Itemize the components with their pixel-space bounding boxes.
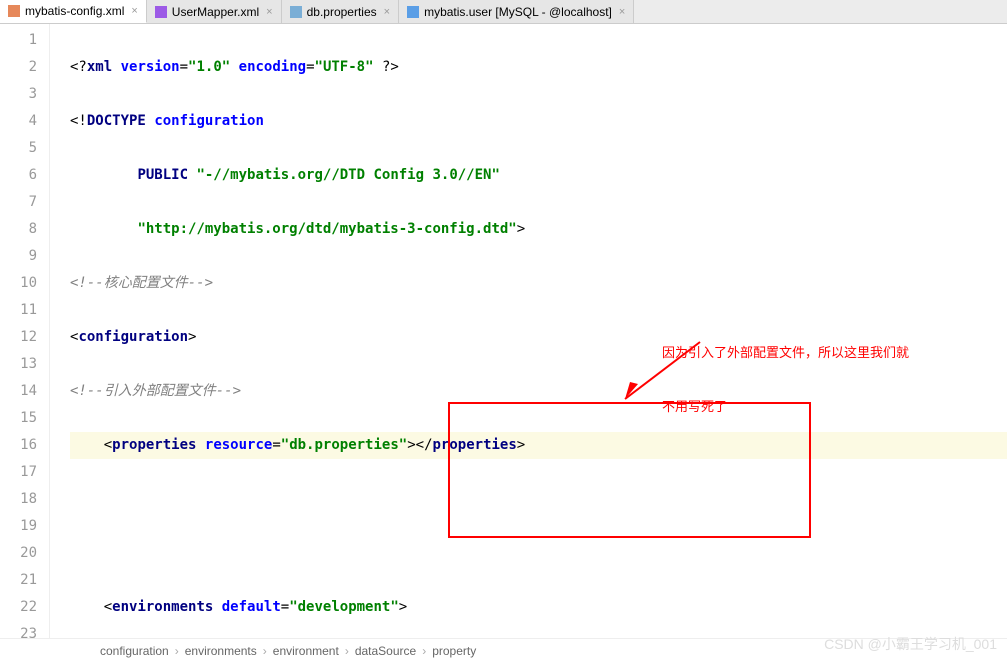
crumb[interactable]: configuration [100,644,169,658]
code-line: <configuration> [70,324,1007,351]
database-icon [407,6,419,18]
code-line: PUBLIC "-//mybatis.org//DTD Config 3.0//… [70,162,1007,189]
chevron-right-icon: › [422,644,426,658]
tab-label: db.properties [307,5,377,19]
xml-icon [155,6,167,18]
tab-usermapper[interactable]: UserMapper.xml × [147,0,282,23]
tab-mybatis-config[interactable]: mybatis-config.xml × [0,0,147,23]
code-editor[interactable]: 123 456 789 101112 131415 161718 192021 … [0,24,1007,638]
close-icon[interactable]: × [131,5,137,17]
code-line [70,486,1007,513]
chevron-right-icon: › [175,644,179,658]
code-line: "http://mybatis.org/dtd/mybatis-3-config… [70,216,1007,243]
crumb[interactable]: dataSource [355,644,416,658]
xml-icon [8,5,20,17]
crumb[interactable]: environment [273,644,339,658]
code-line: <environments default="development"> [70,594,1007,621]
line-gutter: 123 456 789 101112 131415 161718 192021 … [0,24,50,638]
crumb[interactable]: environments [185,644,257,658]
crumb[interactable]: property [432,644,476,658]
code-line: <?xml version="1.0" encoding="UTF-8" ?> [70,54,1007,81]
editor-tabs: mybatis-config.xml × UserMapper.xml × db… [0,0,1007,24]
chevron-right-icon: › [263,644,267,658]
code-line: <properties resource="db.properties"></p… [70,432,1007,459]
code-line [70,540,1007,567]
close-icon[interactable]: × [266,6,272,18]
tab-mysql[interactable]: mybatis.user [MySQL - @localhost] × [399,0,634,23]
code-line: <!--引入外部配置文件--> [70,378,1007,405]
annotation-box [448,402,811,538]
tab-label: mybatis.user [MySQL - @localhost] [424,5,612,19]
chevron-right-icon: › [345,644,349,658]
tab-label: mybatis-config.xml [25,4,124,18]
tab-label: UserMapper.xml [172,5,259,19]
tab-dbproperties[interactable]: db.properties × [282,0,399,23]
properties-icon [290,6,302,18]
close-icon[interactable]: × [619,6,625,18]
close-icon[interactable]: × [384,6,390,18]
breadcrumb: configuration › environments › environme… [0,638,1007,662]
code-line: <!--核心配置文件--> [70,270,1007,297]
code-area[interactable]: <?xml version="1.0" encoding="UTF-8" ?> … [50,24,1007,638]
code-line: <!DOCTYPE configuration [70,108,1007,135]
